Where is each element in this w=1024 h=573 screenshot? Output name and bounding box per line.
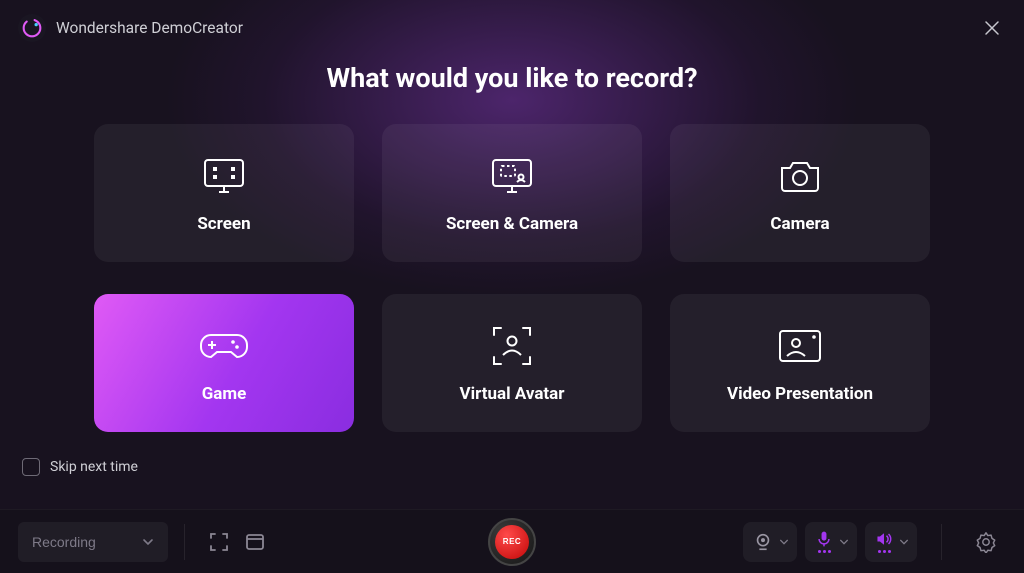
card-label: Screen & Camera	[446, 214, 578, 234]
fullscreen-area-button[interactable]	[201, 524, 237, 560]
webcam-icon	[753, 532, 773, 552]
game-controller-icon	[197, 322, 251, 370]
card-virtual-avatar[interactable]: Virtual Avatar	[382, 294, 642, 432]
settings-button[interactable]	[966, 522, 1006, 562]
window-icon	[244, 531, 266, 553]
divider	[941, 524, 942, 560]
card-camera[interactable]: Camera	[670, 124, 930, 262]
recording-dropdown[interactable]: Recording	[18, 522, 168, 562]
video-presentation-icon	[775, 322, 825, 370]
window-area-button[interactable]	[237, 524, 273, 560]
gear-icon	[975, 531, 997, 553]
skip-label: Skip next time	[50, 459, 138, 475]
virtual-avatar-icon	[489, 322, 535, 370]
close-button[interactable]	[978, 14, 1006, 42]
record-button[interactable]: REC	[488, 518, 536, 566]
close-icon	[984, 20, 1000, 36]
microphone-toggle[interactable]	[805, 522, 857, 562]
card-label: Game	[202, 384, 247, 404]
system-audio-toggle[interactable]	[865, 522, 917, 562]
card-label: Video Presentation	[727, 384, 873, 404]
record-icon: REC	[495, 525, 529, 559]
card-label: Screen	[197, 214, 250, 234]
card-screen[interactable]: Screen	[94, 124, 354, 262]
webcam-toggle[interactable]	[743, 522, 797, 562]
microphone-icon	[815, 530, 833, 548]
chevron-down-icon	[899, 537, 909, 547]
skip-checkbox[interactable]	[22, 458, 40, 476]
card-screen-camera[interactable]: Screen & Camera	[382, 124, 642, 262]
app-title: Wondershare DemoCreator	[56, 19, 243, 37]
page-title: What would you like to record?	[0, 62, 1024, 94]
recording-dropdown-label: Recording	[32, 534, 96, 550]
card-label: Virtual Avatar	[459, 384, 564, 404]
screen-icon	[199, 152, 249, 200]
chevron-down-icon	[779, 537, 789, 547]
screen-camera-icon	[487, 152, 537, 200]
card-video-presentation[interactable]: Video Presentation	[670, 294, 930, 432]
card-label: Camera	[770, 214, 829, 234]
chevron-down-icon	[142, 536, 154, 548]
app-logo	[18, 14, 46, 42]
chevron-down-icon	[839, 537, 849, 547]
camera-icon	[776, 152, 824, 200]
fullscreen-icon	[208, 531, 230, 553]
card-game[interactable]: Game	[94, 294, 354, 432]
divider	[184, 524, 185, 560]
speaker-icon	[875, 530, 893, 548]
